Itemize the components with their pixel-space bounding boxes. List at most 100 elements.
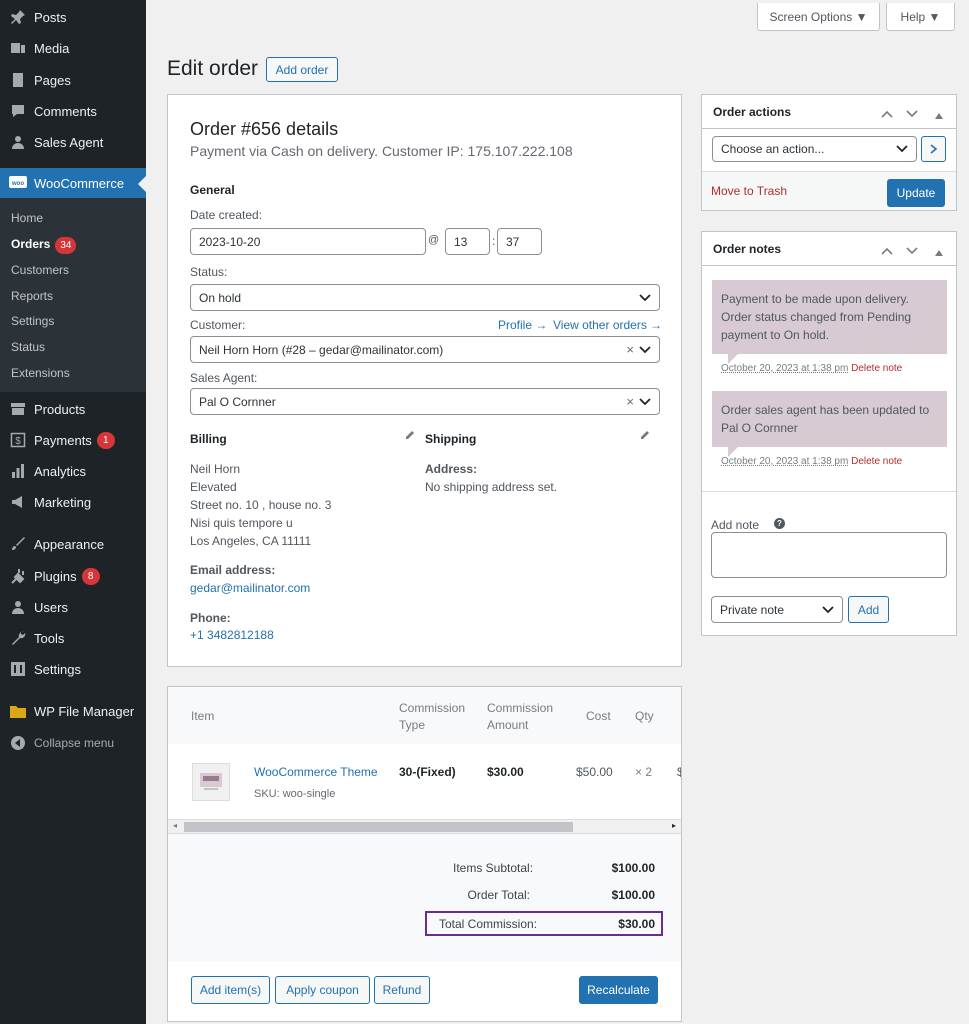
chevron-up-icon[interactable]	[881, 106, 893, 121]
menu-pages[interactable]: Pages	[0, 65, 146, 95]
menu-label: WooCommerce	[34, 175, 125, 191]
menu-appearance[interactable]: Appearance	[0, 529, 146, 559]
menu-marketing[interactable]: Marketing	[0, 487, 146, 517]
apply-action-button[interactable]	[921, 136, 946, 162]
scroll-left-icon[interactable]: ◂	[173, 821, 177, 830]
submenu-extensions[interactable]: Extensions	[11, 366, 70, 380]
menu-tools[interactable]: Tools	[0, 623, 146, 653]
email-label: Email address:	[190, 563, 276, 577]
edit-billing-icon[interactable]	[404, 429, 415, 444]
menu-sales-agent[interactable]: Sales Agent	[0, 127, 146, 157]
payments-badge: 1	[96, 431, 115, 449]
collapse-menu[interactable]: Collapse menu	[0, 728, 146, 758]
svg-text:$: $	[15, 436, 21, 447]
menu-users[interactable]: Users	[0, 592, 146, 622]
menu-wp-file-manager[interactable]: WP File Manager	[0, 696, 146, 726]
chevron-down-icon[interactable]	[906, 106, 918, 121]
horizontal-scrollbar[interactable]: ◂ ▸	[168, 819, 681, 834]
address-line: Nisi quis tempore u	[190, 516, 293, 530]
note-type-select[interactable]: Private note	[711, 596, 843, 623]
add-note-button[interactable]: Add	[848, 596, 889, 623]
plugins-badge: 8	[81, 567, 100, 585]
note-meta: October 20, 2023 at 1:38 pm Delete note	[721, 456, 902, 467]
billing-heading: Billing	[190, 432, 227, 446]
move-to-trash-link[interactable]: Move to Trash	[711, 184, 787, 198]
product-link[interactable]: WooCommerce Theme	[254, 765, 378, 779]
submenu-home[interactable]: Home	[11, 211, 43, 225]
submenu-settings[interactable]: Settings	[11, 314, 54, 328]
order-subheading: Payment via Cash on delivery. Customer I…	[190, 143, 573, 159]
menu-plugins[interactable]: Plugins 8	[0, 561, 146, 591]
menu-label: Tools	[34, 630, 65, 646]
scrollbar-thumb[interactable]	[184, 822, 573, 832]
update-button[interactable]: Update	[887, 179, 945, 207]
commission-highlight-box: Total Commission: $30.00	[425, 911, 663, 936]
plug-icon	[9, 567, 27, 585]
refund-button[interactable]: Refund	[374, 976, 430, 1004]
order-action-select[interactable]: Choose an action...	[712, 136, 917, 162]
row-commission-type: 30-(Fixed)	[399, 765, 456, 779]
menu-label: Media	[34, 40, 70, 56]
profile-link[interactable]: Profile →	[498, 318, 547, 332]
megaphone-icon	[9, 493, 27, 511]
divider	[702, 491, 956, 492]
clear-icon[interactable]: ×	[626, 342, 634, 357]
add-items-button[interactable]: Add item(s)	[191, 976, 270, 1004]
dollar-icon: $	[9, 431, 27, 449]
view-other-orders-link[interactable]: View other orders →	[553, 318, 662, 332]
add-note-label: Add note	[711, 518, 760, 532]
add-order-button[interactable]: Add order	[266, 57, 338, 82]
help-icon[interactable]: ?	[774, 518, 785, 529]
note-meta: October 20, 2023 at 1:38 pm Delete note	[721, 363, 902, 374]
toggle-icon[interactable]	[935, 107, 943, 122]
order-actions-title: Order actions	[713, 105, 792, 119]
menu-media[interactable]: Media	[0, 33, 146, 63]
submenu-status[interactable]: Status	[11, 340, 45, 354]
menu-posts[interactable]: Posts	[0, 2, 146, 32]
sales-agent-select[interactable]: Pal O Cornner ×	[190, 388, 660, 415]
note-text: Order sales agent has been updated to Pa…	[721, 403, 930, 435]
status-select[interactable]: On hold	[190, 284, 660, 311]
apply-coupon-button[interactable]: Apply coupon	[275, 976, 370, 1004]
menu-label: Users	[34, 599, 68, 615]
customer-value: Neil Horn Horn (#28 – gedar@mailinator.c…	[199, 342, 444, 357]
help-button[interactable]: Help ▼	[886, 3, 955, 31]
customer-select[interactable]: Neil Horn Horn (#28 – gedar@mailinator.c…	[190, 336, 660, 363]
note-type-value: Private note	[720, 602, 785, 617]
row-overflow: $	[677, 765, 681, 779]
hour-input[interactable]: 13	[445, 228, 490, 255]
edit-shipping-icon[interactable]	[639, 429, 650, 444]
submenu-reports[interactable]: Reports	[11, 289, 53, 303]
order-total-value: $100.00	[611, 888, 655, 902]
menu-products[interactable]: Products	[0, 394, 146, 424]
admin-sidebar: Posts Media Pages Comments Sales Agent w…	[0, 0, 146, 1024]
menu-comments[interactable]: Comments	[0, 96, 146, 126]
row-commission-amount: $30.00	[487, 765, 524, 779]
date-input[interactable]: 2023-10-20	[190, 228, 426, 255]
menu-payments[interactable]: $ Payments 1	[0, 425, 146, 455]
menu-analytics[interactable]: Analytics	[0, 456, 146, 486]
general-heading: General	[190, 183, 235, 197]
chevron-down-icon[interactable]	[906, 243, 918, 258]
menu-label: Posts	[34, 9, 67, 25]
delete-note-link[interactable]: Delete note	[851, 363, 902, 374]
phone-link[interactable]: +1 3482812188	[190, 628, 274, 642]
pin-icon	[9, 8, 27, 26]
toggle-icon[interactable]	[935, 244, 943, 259]
recalculate-button[interactable]: Recalculate	[579, 976, 658, 1004]
email-link[interactable]: gedar@mailinator.com	[190, 581, 310, 595]
menu-label: Sales Agent	[34, 134, 104, 150]
delete-note-link[interactable]: Delete note	[851, 456, 902, 467]
menu-settings[interactable]: Settings	[0, 654, 146, 684]
menu-woocommerce[interactable]: woo WooCommerce	[0, 168, 146, 198]
submenu-customers[interactable]: Customers	[11, 263, 69, 277]
note-textarea[interactable]	[711, 532, 947, 578]
folder-icon	[9, 702, 27, 720]
scroll-right-icon[interactable]: ▸	[672, 821, 676, 830]
col-qty: Qty	[635, 709, 654, 723]
screen-options-button[interactable]: Screen Options ▼	[757, 3, 880, 31]
clear-icon[interactable]: ×	[626, 394, 634, 409]
submenu-orders[interactable]: Orders 34	[11, 237, 77, 254]
chevron-up-icon[interactable]	[881, 243, 893, 258]
minute-input[interactable]: 37	[497, 228, 542, 255]
